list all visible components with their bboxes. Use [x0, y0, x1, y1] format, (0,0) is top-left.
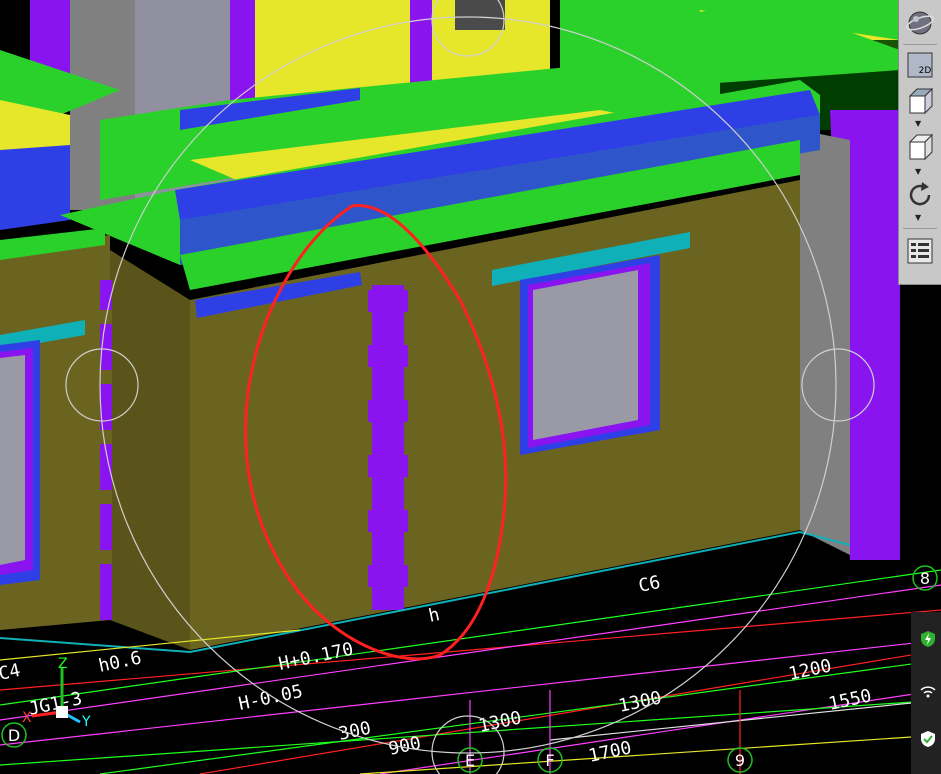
orbit-sphere-icon[interactable] — [903, 8, 937, 38]
rotate-icon[interactable] — [903, 180, 937, 210]
model-scene: 1200 1300 1300 1700 300 900 1550 C6 H-0.… — [0, 0, 941, 774]
wall-gray-right — [800, 130, 850, 555]
view-cube-top-icon[interactable] — [903, 86, 937, 116]
beam-blue-left — [0, 145, 70, 230]
view-cube-icon[interactable] — [903, 132, 937, 162]
window-glass-right — [533, 270, 638, 440]
wifi-icon[interactable] — [919, 682, 937, 700]
grid-label-f: F — [545, 751, 554, 770]
defender-icon[interactable] — [919, 730, 937, 748]
grid-label-8: 8 — [920, 569, 930, 588]
annotation-c6: C6 — [637, 572, 663, 597]
model-3d-viewport[interactable]: 1200 1300 1300 1700 300 900 1550 C6 H-0.… — [0, 0, 941, 774]
svg-text:Y: Y — [81, 714, 91, 730]
view-toolbar: 2D ▼ ▼ ▼ — [898, 0, 941, 285]
beam-top-gray — [455, 0, 505, 30]
svg-text:Z: Z — [58, 656, 68, 672]
constructional-column-center — [372, 285, 404, 610]
svg-text:2D: 2D — [919, 66, 932, 76]
shield-bolt-icon[interactable] — [919, 630, 937, 648]
properties-list-icon[interactable] — [903, 236, 937, 266]
wall-left-side — [110, 250, 190, 650]
system-tray — [911, 612, 941, 774]
grid-label-e: E — [465, 751, 475, 770]
view-2d-icon[interactable]: 2D — [903, 50, 937, 80]
grid-label-d: D — [8, 726, 20, 745]
window-glass-left — [0, 355, 25, 565]
grid-label-9: 9 — [735, 751, 745, 770]
svg-text:X: X — [22, 710, 32, 726]
